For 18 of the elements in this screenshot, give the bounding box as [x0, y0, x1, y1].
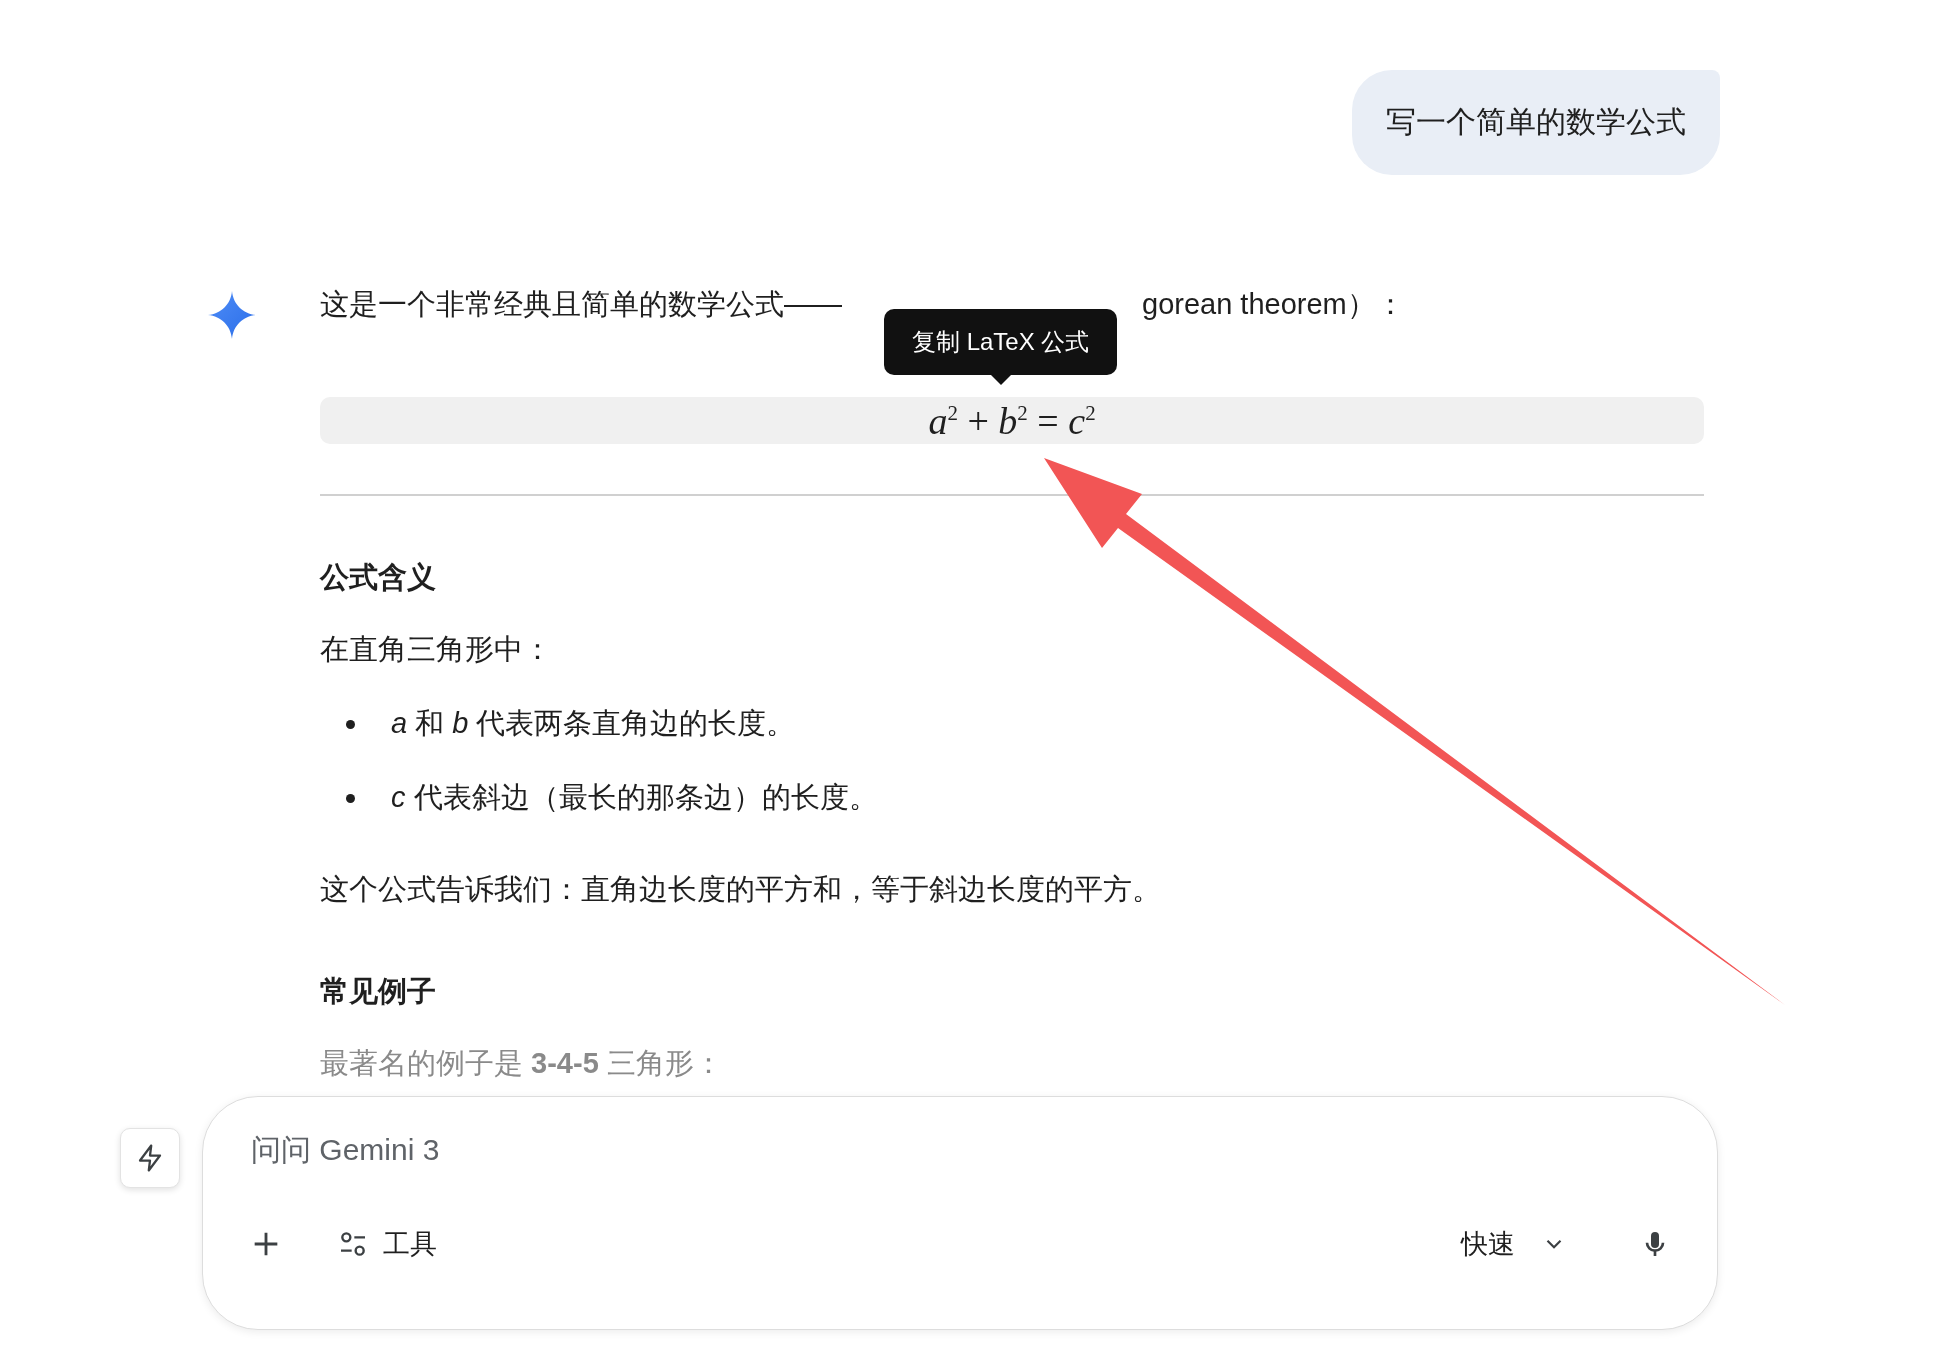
lightning-button[interactable] — [120, 1128, 180, 1188]
sparkle-icon — [208, 291, 256, 339]
paragraph: 最著名的例子是 3-4-5 三角形： — [320, 1046, 724, 1081]
bullet-dot — [346, 719, 355, 729]
section-heading: 公式含义 — [320, 560, 437, 595]
tools-button[interactable]: 工具 — [331, 1225, 443, 1263]
bullet-text: c 代表斜边（最长的那条边）的长度。 — [391, 780, 878, 815]
paragraph: 这个公式告诉我们：直角边长度的平方和，等于斜边长度的平方。 — [320, 872, 1162, 907]
paragraph: 在直角三角形中： — [320, 632, 553, 667]
bullet-text: a 和 b 代表两条直角边的长度。 — [391, 706, 796, 741]
tooltip-pointer — [990, 375, 1011, 385]
bullet-dot — [346, 793, 355, 803]
formula-block[interactable]: a$^{2}$ + b$^{2}$ = c$^{2}$ — [320, 397, 1704, 444]
mode-dropdown[interactable]: 快速 — [1455, 1225, 1573, 1263]
user-message: 写一个简单的数学公式 — [1352, 70, 1720, 175]
section-heading: 常见例子 — [320, 974, 437, 1009]
intro-text: 这是一个非常经典且简单的数学公式—— — [320, 287, 842, 322]
intro-text: gorean theorem）： — [1142, 287, 1405, 322]
